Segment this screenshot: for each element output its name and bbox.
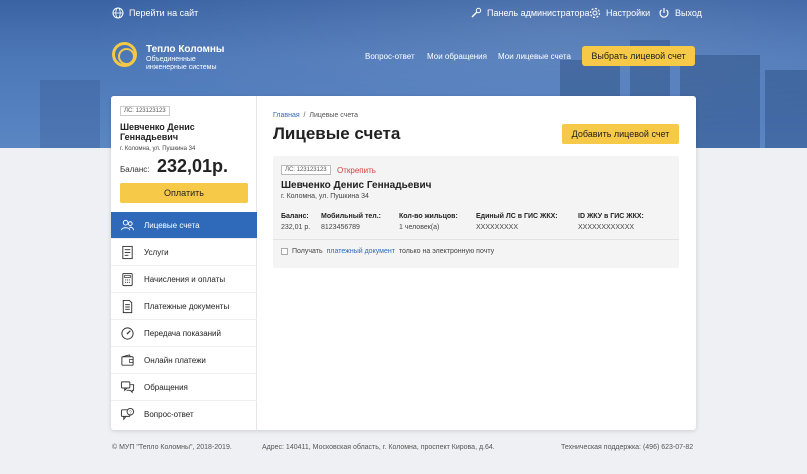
col-header: Единый ЛС в ГИС ЖКХ: <box>476 213 558 220</box>
balance-label: Баланс: <box>120 165 150 174</box>
account-address: г. Коломна, ул. Пушкина 34 <box>281 193 369 200</box>
add-account-button[interactable]: Добавить лицевой счет <box>562 124 679 144</box>
pay-button[interactable]: Оплатить <box>120 183 248 203</box>
invoice-icon <box>122 299 133 313</box>
breadcrumb-separator: / <box>303 112 306 119</box>
chat-icon <box>120 380 135 393</box>
main-card: ЛС: 123123123 Шевченко Денис Геннадьевич… <box>111 96 696 430</box>
svg-text:?: ? <box>129 409 132 414</box>
sidebar-item-label: Начисления и оплаты <box>144 274 226 284</box>
goto-site-label: Перейти на сайт <box>129 8 199 18</box>
sidebar-item-meter-readings[interactable]: Передача показаний <box>111 320 257 347</box>
col-value: 232,01 р. <box>281 224 311 231</box>
users-icon <box>120 219 135 230</box>
nav-faq[interactable]: Вопрос-ответ <box>365 52 415 61</box>
sidebar-item-faq[interactable]: ? Вопрос-ответ <box>111 401 257 428</box>
col-value: 8123456789 <box>321 224 360 231</box>
admin-panel-label: Панель администратора <box>487 8 590 18</box>
logo-icon[interactable] <box>112 42 137 67</box>
user-name: Шевченко Денис Геннадьевич <box>120 122 195 142</box>
sidebar-item-label: Онлайн платежи <box>144 355 206 365</box>
account-col-balance: Баланс: 232,01 р. <box>281 213 310 231</box>
footer-support: Техническая поддержка: (496) 623-07-82 <box>561 444 694 451</box>
col-header: Баланс: <box>281 213 309 220</box>
account-col-gis-ls: Единый ЛС в ГИС ЖКХ: XXXXXXXXX <box>476 213 558 231</box>
wallet-icon <box>121 353 134 366</box>
sidebar: ЛС: 123123123 Шевченко Денис Геннадьевич… <box>111 96 257 430</box>
account-name: Шевченко Денис Геннадьевич <box>281 180 432 191</box>
col-value: XXXXXXXXX <box>476 224 519 231</box>
top-bar: Перейти на сайт Панель администратора На… <box>0 0 807 28</box>
footer-copyright: © МУП "Тепло Коломны", 2018-2019. <box>112 444 232 451</box>
breadcrumb-current: Лицевые счета <box>309 112 359 119</box>
goto-site-link[interactable]: Перейти на сайт <box>112 7 198 19</box>
choose-account-button[interactable]: Выбрать лицевой счет <box>582 46 695 66</box>
sidebar-item-label: Услуги <box>144 247 169 257</box>
settings-link[interactable]: Настройки <box>589 7 650 19</box>
sidebar-item-label: Лицевые счета <box>144 220 200 230</box>
sidebar-item-charges[interactable]: Начисления и оплаты <box>111 266 257 293</box>
unpin-link[interactable]: Открепить <box>337 166 376 175</box>
main-content: Главная / Лицевые счета Лицевые счета До… <box>257 96 696 430</box>
account-col-gis-id: ID ЖКУ в ГИС ЖКХ: XXXXXXXXXXXX <box>578 213 644 231</box>
question-icon: ? <box>120 407 135 421</box>
calculator-icon <box>122 272 133 286</box>
gear-icon <box>589 7 601 19</box>
sidebar-item-accounts[interactable]: Лицевые счета <box>111 212 257 239</box>
breadcrumb: Главная / Лицевые счета <box>273 112 358 119</box>
nav-accounts[interactable]: Мои лицевые счета <box>498 52 571 61</box>
checkbox-text-pre: Получать <box>292 248 323 255</box>
balance-value: 232,01р. <box>157 156 229 176</box>
checkbox-text-post: только на электронную почту <box>398 248 495 255</box>
gauge-icon <box>121 326 134 340</box>
sidebar-item-label: Вопрос-ответ <box>144 410 194 419</box>
sidebar-item-label: Передача показаний <box>144 328 221 338</box>
sidebar-item-online-payments[interactable]: Онлайн платежи <box>111 347 257 374</box>
col-header: Кол-во жильцов: <box>399 213 458 220</box>
account-col-residents: Кол-во жильцов: 1 человек(а) <box>399 213 458 231</box>
account-ls-badge: ЛС: 123123123 <box>281 165 331 175</box>
user-address: г. Коломна, ул. Пушкина 34 <box>120 146 196 152</box>
sidebar-item-services[interactable]: Услуги <box>111 239 257 266</box>
account-card: ЛС: 123123123 Открепить Шевченко Денис Г… <box>273 156 679 268</box>
sidebar-item-payment-docs[interactable]: Платежные документы <box>111 293 257 320</box>
email-only-checkbox-row: Получать платежный документ только на эл… <box>281 248 494 255</box>
col-value: 1 человек(а) <box>399 224 440 231</box>
breadcrumb-home[interactable]: Главная <box>273 112 300 119</box>
email-only-checkbox[interactable] <box>281 248 288 255</box>
brand-subtitle: Объединенные инженерные системы <box>146 56 217 71</box>
nav-requests[interactable]: Мои обращения <box>427 52 487 61</box>
footer-address: Адрес: 140411, Московская область, г. Ко… <box>262 444 495 451</box>
globe-icon <box>112 7 124 19</box>
sidebar-item-label: Платежные документы <box>144 301 230 311</box>
payment-document-link[interactable]: платежный документ <box>327 248 395 255</box>
wrench-icon <box>471 7 482 18</box>
account-col-phone: Мобильный тел.: 8123456789 <box>321 213 381 231</box>
col-value: XXXXXXXXXXXX <box>578 224 635 231</box>
logout-link[interactable]: Выход <box>658 7 702 19</box>
logout-label: Выход <box>675 8 702 18</box>
document-icon <box>122 245 133 259</box>
admin-panel-link[interactable]: Панель администратора <box>470 7 590 19</box>
ls-badge: ЛС: 123123123 <box>120 106 170 116</box>
sidebar-menu: Лицевые счета Услуги Начисления и оплаты… <box>111 212 257 428</box>
power-icon <box>659 8 669 18</box>
sidebar-item-requests[interactable]: Обращения <box>111 374 257 401</box>
col-header: ID ЖКУ в ГИС ЖКХ: <box>578 213 644 220</box>
page-title: Лицевые счета <box>273 124 401 143</box>
brand-title[interactable]: Тепло Коломны <box>146 44 224 55</box>
sidebar-item-label: Обращения <box>144 382 188 392</box>
divider <box>273 239 679 240</box>
settings-label: Настройки <box>606 8 651 18</box>
col-header: Мобильный тел.: <box>321 213 381 220</box>
